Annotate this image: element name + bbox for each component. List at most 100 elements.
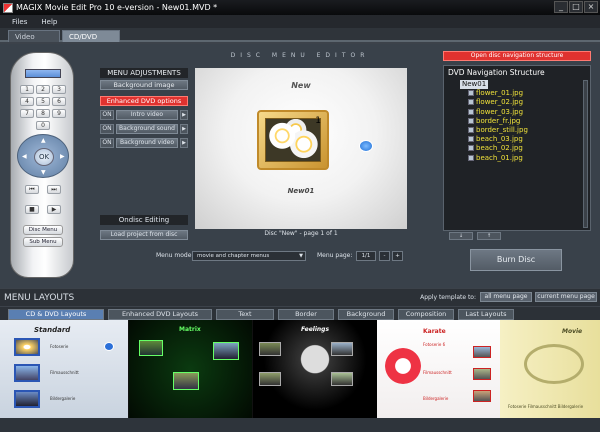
menu-mode-label: Menu mode: [156,252,194,259]
navigation-scrollbar[interactable] [583,80,588,228]
dpad-right-icon[interactable]: ▶ [60,153,65,160]
tree-item[interactable]: beach_03.jpg [460,135,528,144]
layout-thumb-movie[interactable]: Movie Fotoserie Filmausschnitt Bildergal… [500,320,600,418]
remote-ok-button[interactable]: OK [34,148,54,166]
tab-text[interactable]: Text [216,309,274,320]
remote-key-0[interactable]: 0 [36,121,50,130]
minimize-button[interactable]: _ [554,1,568,13]
remote-key-5[interactable]: 5 [36,97,50,106]
tree-root[interactable]: New01 [460,80,528,89]
thumb-image [173,372,199,390]
open-navigation-button[interactable]: Open disc navigation structure [443,51,591,61]
thumb-image [14,390,40,408]
tree-item[interactable]: border_fr.jpg [460,117,528,126]
burn-disc-button[interactable]: Burn Disc [470,249,562,271]
tab-composition[interactable]: Composition [398,309,454,320]
remote-key-6[interactable]: 6 [52,97,66,106]
menu-layouts-header: MENU LAYOUTS Apply template to: all menu… [0,289,600,306]
layout-thumb-matrix[interactable]: Matrix [128,320,252,418]
tree-item[interactable]: flower_02.jpg [460,98,528,107]
apply-template-label: Apply template to: [420,294,476,301]
thumb-image [139,340,163,356]
remote-prev-button[interactable]: ⏮ [25,185,39,194]
thumb-image [331,372,353,386]
apply-all-pages-button[interactable]: all menu page [480,292,532,302]
remote-key-3[interactable]: 3 [52,85,66,94]
thumb-nav-icon [104,342,114,351]
tab-background[interactable]: Background [338,309,394,320]
background-image-button[interactable]: Background image [100,80,188,90]
menu-help[interactable]: Help [41,18,57,26]
image-file-icon [468,145,474,152]
remote-play-button[interactable]: ▶ [47,205,61,214]
thumbnail-number: 1 [315,116,321,126]
intro-video-toggle[interactable]: ON [100,110,114,120]
remote-key-7[interactable]: 7 [20,109,34,118]
tab-last-layouts[interactable]: Last Layouts [458,309,514,320]
menu-thumbnail-frame[interactable]: 1 [257,110,329,170]
dpad-up-icon[interactable]: ▲ [41,137,46,144]
close-button[interactable]: × [584,1,598,13]
menu-preview[interactable]: New 1 New01 [195,68,407,229]
layout-thumb-standard[interactable]: Standard Fotoserie Filmausschnitt Bilder… [0,320,128,418]
remote-dpad[interactable]: ▲ ▼ ◀ ▶ OK [17,134,69,178]
remote-sub-menu-button[interactable]: Sub Menu [23,237,63,247]
intro-video-arrow-icon[interactable]: ▶ [180,110,188,120]
remote-key-9[interactable]: 9 [52,109,66,118]
enhanced-dvd-options-button[interactable]: Enhanced DVD options [100,96,188,106]
thumb-image [473,390,491,402]
layout-thumb-karate[interactable]: Karate Fotoserie 6 Filmausschnitt Bilder… [377,320,500,418]
remote-key-1[interactable]: 1 [20,85,34,94]
move-up-button[interactable]: ↑ [477,232,501,240]
background-video-arrow-icon[interactable]: ▶ [180,138,188,148]
chevron-down-icon: ▼ [299,253,303,259]
thumb-item-label: Fotoserie Filmausschnitt Bildergalerie [508,404,584,409]
film-reel-icon [524,344,584,384]
remote-key-8[interactable]: 8 [36,109,50,118]
remote-next-button[interactable]: ⏭ [47,185,61,194]
dpad-left-icon[interactable]: ◀ [22,153,27,160]
layout-thumb-feelings[interactable]: Feelings [252,320,377,418]
tree-item[interactable]: flower_01.jpg [460,89,528,98]
tree-item[interactable]: border_still.jpg [460,126,528,135]
remote-stop-button[interactable]: ■ [25,205,39,214]
preview-caption: Disc "New" - page 1 of 1 [264,230,338,237]
editor-tab-bar: Video Editor CD/DVD Editor [0,28,600,53]
background-sound-toggle[interactable]: ON [100,124,114,134]
thumb-image [473,346,491,358]
move-down-button[interactable]: ↓ [449,232,473,240]
menu-files[interactable]: Files [12,18,27,26]
remote-disc-menu-button[interactable]: Disc Menu [23,225,63,235]
flower-image [265,118,321,162]
thumb-item-label: Bildergalerie [423,396,449,401]
next-page-icon[interactable] [359,140,373,152]
thumb-item-label: Filmausschnitt [423,370,452,375]
tree-item[interactable]: beach_02.jpg [460,144,528,153]
tab-video-editor[interactable]: Video Editor [8,30,60,53]
tab-border[interactable]: Border [278,309,334,320]
remote-key-2[interactable]: 2 [36,85,50,94]
remote-key-4[interactable]: 4 [20,97,34,106]
menu-page-minus-button[interactable]: - [379,251,390,261]
remote-display [25,69,61,78]
apply-current-page-button[interactable]: current menu page [535,292,597,302]
tree-item[interactable]: flower_03.jpg [460,108,528,117]
tab-enhanced-dvd-layouts[interactable]: Enhanced DVD Layouts [108,309,212,320]
load-project-button[interactable]: Load project from disc [100,230,188,240]
background-sound-arrow-icon[interactable]: ▶ [180,124,188,134]
image-file-icon [468,126,474,133]
dpad-down-icon[interactable]: ▼ [41,169,46,176]
tree-item[interactable]: beach_01.jpg [460,154,528,163]
tab-cd-dvd-editor[interactable]: CD/DVD Editor [62,30,120,53]
menu-bar: Files Help [0,15,600,28]
menu-page-plus-button[interactable]: + [392,251,403,261]
maximize-button[interactable]: □ [569,1,583,13]
tab-cd-dvd-layouts[interactable]: CD & DVD Layouts [8,309,104,320]
menu-mode-dropdown[interactable]: movie and chapter menus ▼ [192,251,306,261]
thumb-image [213,342,239,360]
option-background-video: ON Background video ▶ [100,138,188,148]
intro-video-button[interactable]: Intro video [116,110,178,120]
background-sound-button[interactable]: Background sound [116,124,178,134]
background-video-button[interactable]: Background video [116,138,178,148]
background-video-toggle[interactable]: ON [100,138,114,148]
